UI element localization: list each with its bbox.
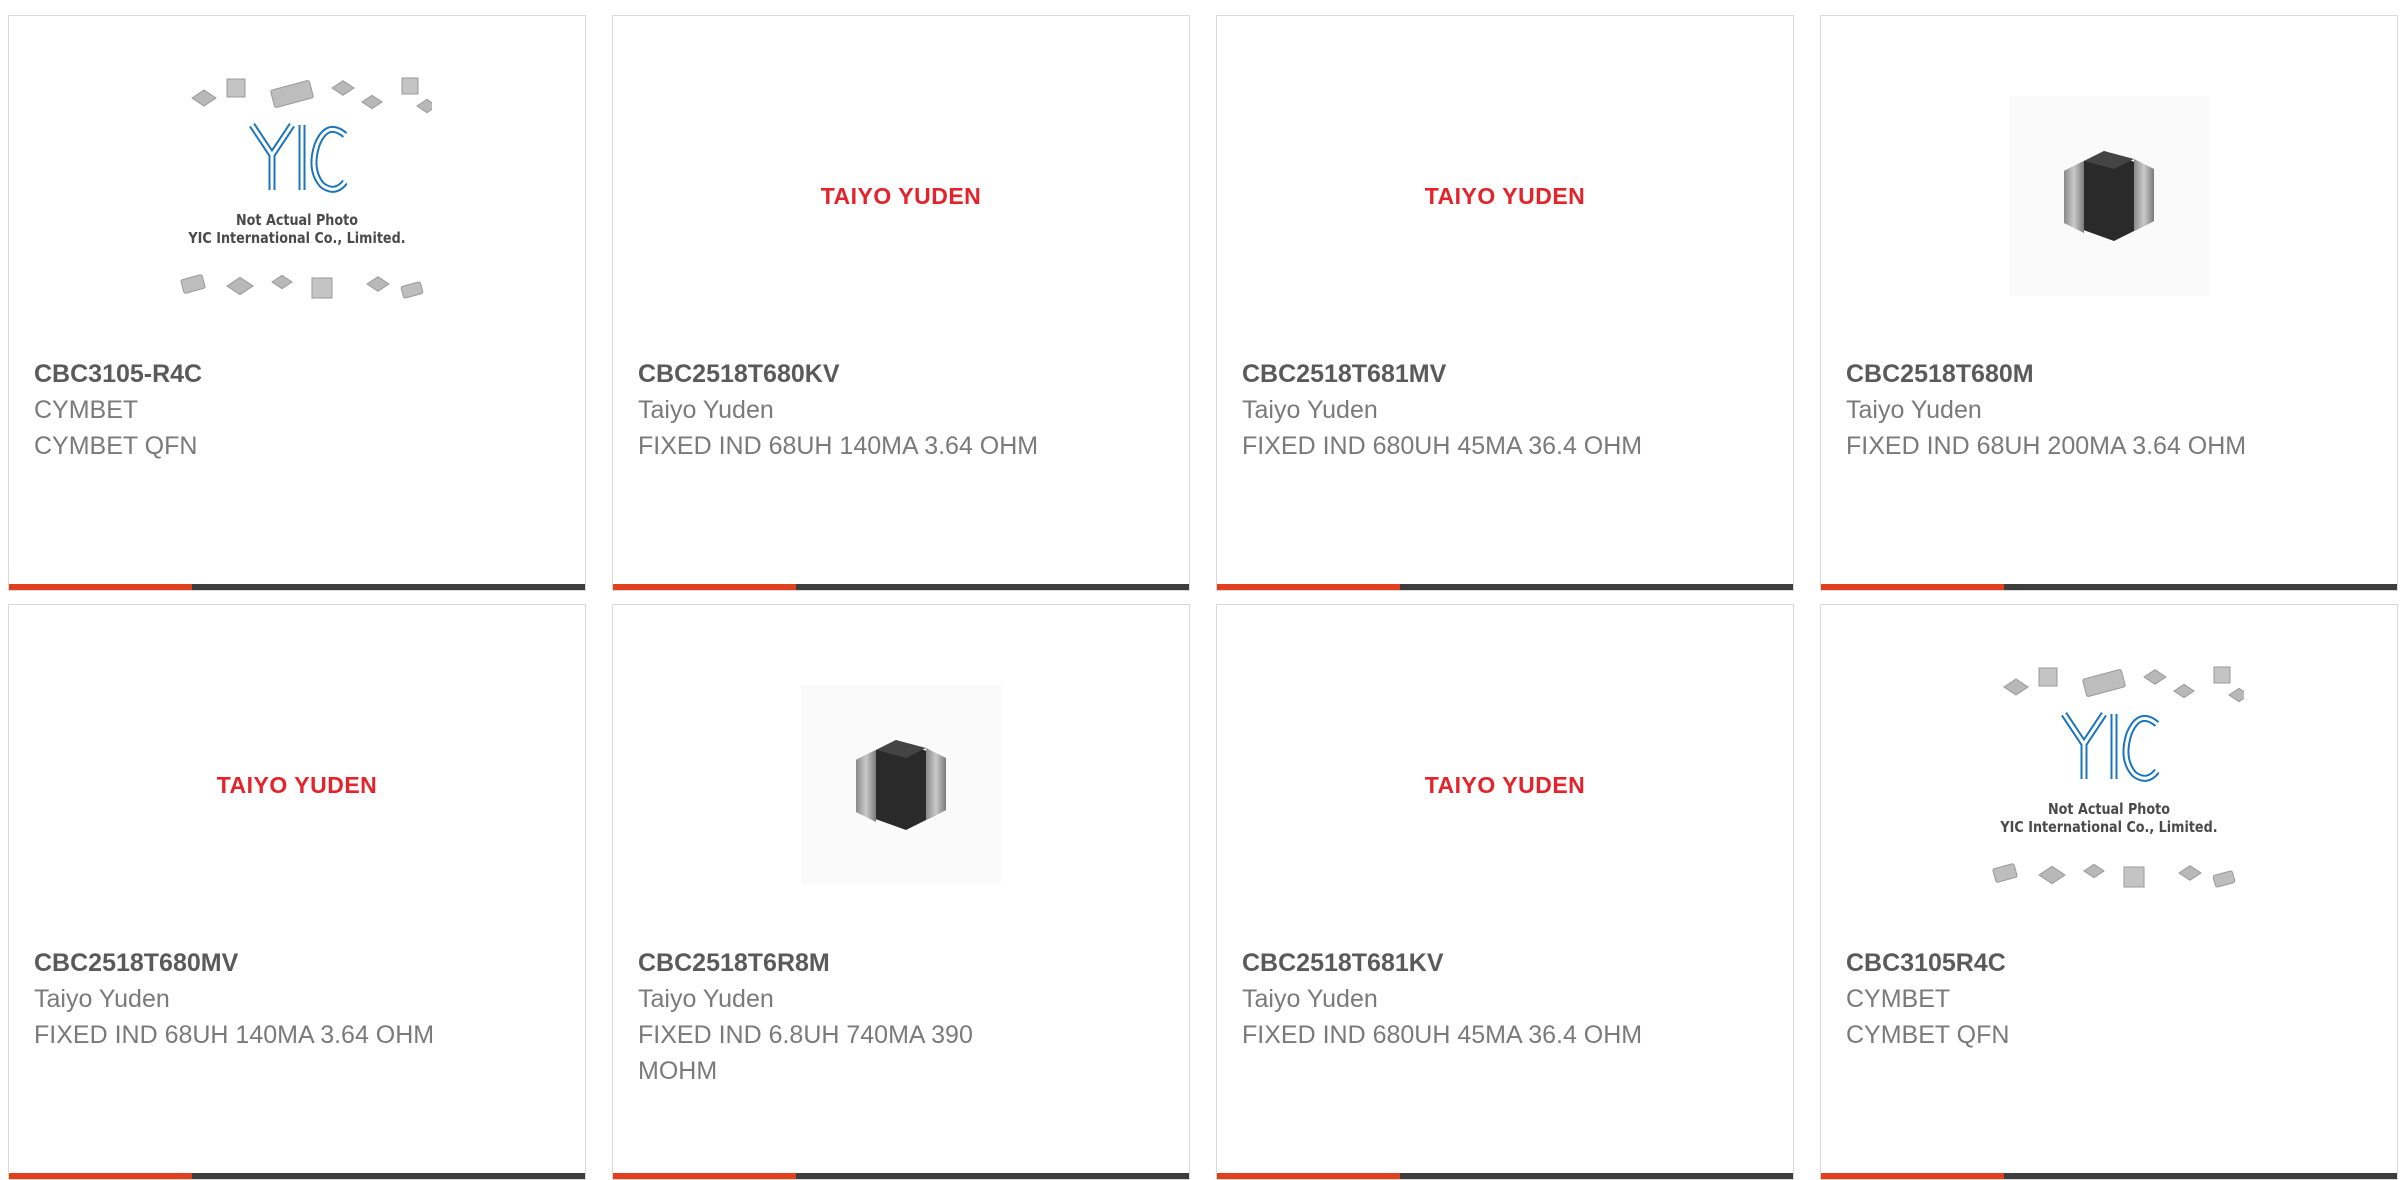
product-card[interactable]: CBC2518T6R8M Taiyo Yuden FIXED IND 6.8UH 7… (612, 604, 1190, 1180)
card-bottom-bar (1821, 1173, 2397, 1179)
chip-icons-top (162, 76, 438, 116)
description: CYMBET QFN (1846, 1021, 2010, 1049)
card-accent-bar (9, 1173, 192, 1179)
manufacturer: Taiyo Yuden (1846, 396, 1982, 424)
product-image[interactable]: Not Actual Photo YIC International Co., L… (1821, 666, 2397, 895)
inductor-photo (2009, 96, 2209, 296)
chip-icons-top (1974, 665, 2250, 705)
manufacturer: CYMBET (1846, 985, 1951, 1013)
card-bottom-bar (613, 584, 1189, 590)
product-grid: Not Actual Photo YIC International Co., L… (0, 0, 2400, 1180)
product-card[interactable]: Not Actual Photo YIC International Co., L… (1820, 604, 2398, 1180)
yic-logo-icon (247, 120, 348, 205)
part-number[interactable]: CBC2518T681KV (1242, 945, 1762, 981)
description: FIXED IND 6.8UH 740MA 390 MOHM (638, 1021, 973, 1085)
card-bottom-bar (9, 584, 585, 590)
product-image[interactable]: TAIYO YUDEN (9, 675, 585, 895)
yic-logo-icon (2059, 709, 2160, 794)
product-image[interactable]: TAIYO YUDEN (1217, 86, 1793, 306)
card-bottom-bar (9, 1173, 585, 1179)
placeholder-caption: Not Actual Photo YIC International Co., L… (188, 211, 406, 247)
product-info: CBC2518T6R8M Taiyo Yuden FIXED IND 6.8UH 7… (638, 945, 1158, 1089)
description: CYMBET QFN (34, 432, 198, 460)
manufacturer: Taiyo Yuden (1242, 985, 1378, 1013)
card-bottom-bar (1217, 584, 1793, 590)
card-bottom-bar (1217, 1173, 1793, 1179)
part-number[interactable]: CBC2518T6R8M (638, 945, 1158, 981)
part-number[interactable]: CBC2518T681MV (1242, 356, 1762, 392)
manufacturer: CYMBET (34, 396, 139, 424)
card-accent-bar (1821, 1173, 2004, 1179)
placeholder-image: Not Actual Photo YIC International Co., L… (1974, 665, 2250, 905)
product-image[interactable]: TAIYO YUDEN (613, 86, 1189, 306)
product-card[interactable]: TAIYO YUDEN CBC2518T680KV Taiyo Yuden FIXED… (612, 15, 1190, 591)
placeholder-caption: Not Actual Photo YIC International Co., L… (2000, 800, 2218, 836)
product-image[interactable] (613, 675, 1189, 895)
card-accent-bar (613, 1173, 796, 1179)
inductor-photo (801, 685, 1001, 885)
product-info: CBC2518T681KV Taiyo Yuden FIXED IND 680UH … (1242, 945, 1762, 1053)
manufacturer: Taiyo Yuden (34, 985, 170, 1013)
product-card[interactable]: CBC2518T680M Taiyo Yuden FIXED IND 68UH 20… (1820, 15, 2398, 591)
card-accent-bar (9, 584, 192, 590)
description: FIXED IND 68UH 200MA 3.64 OHM (1846, 432, 2247, 460)
product-image[interactable]: TAIYO YUDEN (1217, 675, 1793, 895)
product-info: CBC2518T681MV Taiyo Yuden FIXED IND 680UH … (1242, 356, 1762, 464)
taiyo-yuden-logo: TAIYO YUDEN (820, 182, 982, 209)
manufacturer: Taiyo Yuden (638, 985, 774, 1013)
chip-icons-bottom (1974, 855, 2244, 895)
manufacturer: Taiyo Yuden (638, 396, 774, 424)
product-card[interactable]: TAIYO YUDEN CBC2518T681KV Taiyo Yuden FIXED… (1216, 604, 1794, 1180)
description: FIXED IND 68UH 140MA 3.64 OHM (638, 432, 1039, 460)
card-accent-bar (1217, 584, 1400, 590)
card-accent-bar (1217, 1173, 1400, 1179)
part-number[interactable]: CBC3105-R4C (34, 356, 554, 392)
taiyo-yuden-logo: TAIYO YUDEN (216, 771, 378, 798)
product-image[interactable]: Not Actual Photo YIC International Co., L… (9, 77, 585, 306)
product-info: CBC3105R4C CYMBET CYMBET QFN (1846, 945, 2366, 1053)
card-bottom-bar (613, 1173, 1189, 1179)
manufacturer: Taiyo Yuden (1242, 396, 1378, 424)
part-number[interactable]: CBC2518T680KV (638, 356, 1158, 392)
part-number[interactable]: CBC2518T680MV (34, 945, 554, 981)
product-info: CBC2518T680M Taiyo Yuden FIXED IND 68UH 20… (1846, 356, 2366, 464)
chip-icons-bottom (162, 266, 432, 306)
card-bottom-bar (1821, 584, 2397, 590)
description: FIXED IND 680UH 45MA 36.4 OHM (1242, 1021, 1643, 1049)
part-number[interactable]: CBC3105R4C (1846, 945, 2366, 981)
product-image[interactable] (1821, 86, 2397, 306)
description: FIXED IND 680UH 45MA 36.4 OHM (1242, 432, 1643, 460)
product-card[interactable]: TAIYO YUDEN CBC2518T681MV Taiyo Yuden FIXED… (1216, 15, 1794, 591)
product-info: CBC3105-R4C CYMBET CYMBET QFN (34, 356, 554, 464)
product-card[interactable]: TAIYO YUDEN CBC2518T680MV Taiyo Yuden FIXED… (8, 604, 586, 1180)
card-accent-bar (1821, 584, 2004, 590)
placeholder-image: Not Actual Photo YIC International Co., L… (162, 76, 438, 316)
taiyo-yuden-logo: TAIYO YUDEN (1424, 182, 1586, 209)
part-number[interactable]: CBC2518T680M (1846, 356, 2366, 392)
card-accent-bar (613, 584, 796, 590)
product-info: CBC2518T680MV Taiyo Yuden FIXED IND 68UH 1… (34, 945, 554, 1053)
product-card[interactable]: Not Actual Photo YIC International Co., L… (8, 15, 586, 591)
taiyo-yuden-logo: TAIYO YUDEN (1424, 771, 1586, 798)
product-info: CBC2518T680KV Taiyo Yuden FIXED IND 68UH 1… (638, 356, 1158, 464)
description: FIXED IND 68UH 140MA 3.64 OHM (34, 1021, 435, 1049)
